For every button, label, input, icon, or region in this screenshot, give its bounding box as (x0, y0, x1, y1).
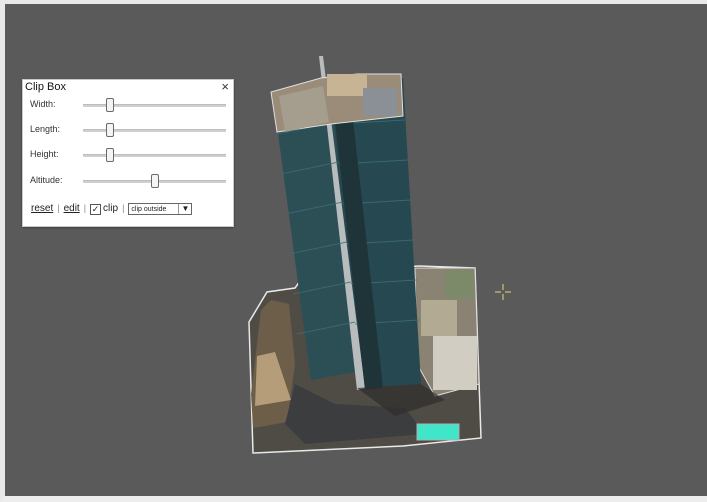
height-slider-thumb[interactable] (106, 148, 115, 162)
panel-footer: reset | edit | ✓ clip | clip outside ▼ (31, 203, 231, 219)
edit-link[interactable]: edit (64, 203, 80, 214)
altitude-slider-thumb[interactable] (150, 174, 159, 188)
height-row: Height: (30, 147, 226, 163)
reset-link[interactable]: reset (31, 203, 53, 214)
width-slider-track[interactable] (83, 104, 226, 107)
width-label: Width: (30, 99, 56, 109)
width-row: Width: (30, 97, 226, 113)
separator: | (57, 203, 60, 213)
clip-box-panel: Clip Box × Width: Length: Height: Altitu… (22, 79, 234, 227)
height-label: Height: (30, 149, 59, 159)
altitude-row: Altitude: (30, 173, 226, 189)
building-model[interactable] (5, 4, 707, 496)
length-row: Length: (30, 122, 226, 138)
clip-mode-value: clip outside (131, 206, 167, 213)
crosshair-icon (495, 284, 511, 300)
clip-mode-select[interactable]: clip outside ▼ (128, 203, 193, 215)
length-slider-thumb[interactable] (106, 123, 115, 137)
clip-checkbox[interactable]: ✓ (90, 204, 102, 215)
separator: | (83, 203, 87, 213)
length-slider-track[interactable] (83, 129, 226, 132)
length-label: Length: (30, 124, 61, 134)
chevron-down-icon: ▼ (178, 204, 191, 214)
clip-label: clip (103, 203, 119, 214)
3d-viewport[interactable]: Clip Box × Width: Length: Height: Altitu… (5, 4, 707, 496)
panel-title: Clip Box (25, 81, 66, 93)
close-icon[interactable]: × (221, 80, 229, 94)
width-slider-thumb[interactable] (106, 98, 115, 112)
rooftop-pool (416, 423, 460, 441)
separator: | (122, 203, 125, 213)
height-slider-track[interactable] (83, 154, 226, 157)
altitude-label: Altitude: (30, 175, 63, 185)
